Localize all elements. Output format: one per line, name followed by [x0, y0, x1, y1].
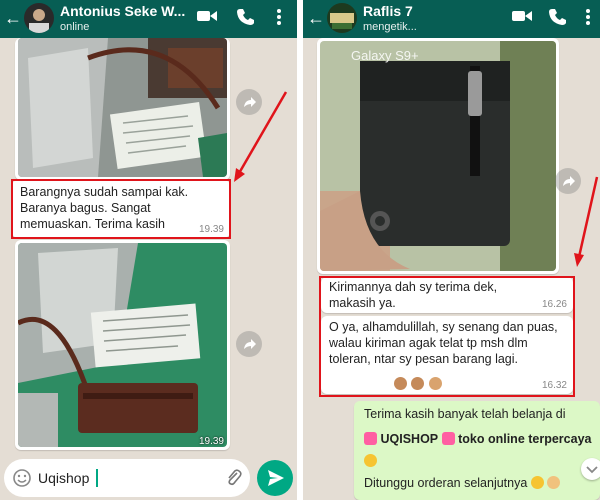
phone-icon[interactable] [236, 8, 254, 26]
annotation-highlight [11, 179, 231, 239]
video-call-icon[interactable] [196, 8, 218, 24]
brand-name: UQISHOP [380, 432, 439, 446]
image-message[interactable]: 19.39 [15, 240, 230, 450]
chevron-down-icon [586, 466, 598, 474]
phone-icon[interactable] [548, 8, 566, 26]
message-time: 19.39 [198, 436, 224, 447]
chat-header: ← Raflis 7 mengetik... [303, 0, 600, 38]
message-line: Ditunggu orderan selanjutnya [364, 476, 600, 490]
contact-name[interactable]: Raflis 7 [363, 3, 493, 19]
back-arrow-icon[interactable]: ← [4, 7, 22, 29]
chat-header: ← Antonius Seke W... online [0, 0, 297, 38]
video-call-icon[interactable] [511, 8, 533, 24]
contact-name[interactable]: Antonius Seke W... [60, 3, 190, 19]
right-chat-screen: ← Raflis 7 mengetik... Galaxy S9+ Kirima… [303, 0, 600, 500]
annotation-highlight [319, 276, 575, 397]
image-message[interactable] [15, 38, 230, 180]
left-chat-screen: ← Antonius Seke W... online Barangnya su… [0, 0, 297, 500]
annotation-arrow [574, 176, 599, 267]
forward-icon [244, 339, 256, 349]
avatar[interactable] [24, 3, 54, 33]
ok-hand-icon [547, 476, 561, 489]
message-line: Terima kasih banyak telah belanja di [364, 407, 566, 421]
menu-dots-icon[interactable] [276, 8, 282, 26]
photo-wallet[interactable] [320, 41, 556, 271]
menu-dots-icon[interactable] [585, 8, 591, 26]
smiley-icon [530, 476, 544, 489]
send-button[interactable] [257, 460, 293, 496]
emoji-icon[interactable] [13, 469, 31, 487]
outgoing-message[interactable]: Terima kasih banyak telah belanja di UQI… [354, 401, 600, 500]
photo-parcel[interactable] [18, 38, 227, 177]
image-message[interactable]: Galaxy S9+ [317, 38, 559, 274]
message-line3-text: Ditunggu orderan selanjutnya [364, 476, 528, 490]
contact-status: mengetik... [363, 21, 417, 33]
tagline: toko online terpercaya [458, 432, 592, 446]
contact-status: online [60, 21, 90, 33]
message-composer[interactable]: Uqishop [4, 459, 250, 497]
text-cursor [96, 469, 98, 487]
heart-icon [364, 432, 377, 445]
avatar[interactable] [327, 3, 357, 33]
message-input[interactable]: Uqishop [38, 470, 89, 486]
send-icon [268, 470, 284, 486]
smiley-icon [364, 454, 377, 467]
photo-parcel[interactable] [18, 243, 227, 447]
attachment-icon[interactable] [226, 468, 242, 488]
message-brand-line: UQISHOP toko online terpercaya [364, 428, 596, 472]
forward-button[interactable] [236, 331, 262, 357]
photo-watermark: Galaxy S9+ [351, 48, 419, 63]
back-arrow-icon[interactable]: ← [307, 7, 325, 29]
annotation-arrow [234, 91, 288, 182]
scroll-down-button[interactable] [581, 458, 600, 480]
heart-icon [441, 432, 455, 445]
